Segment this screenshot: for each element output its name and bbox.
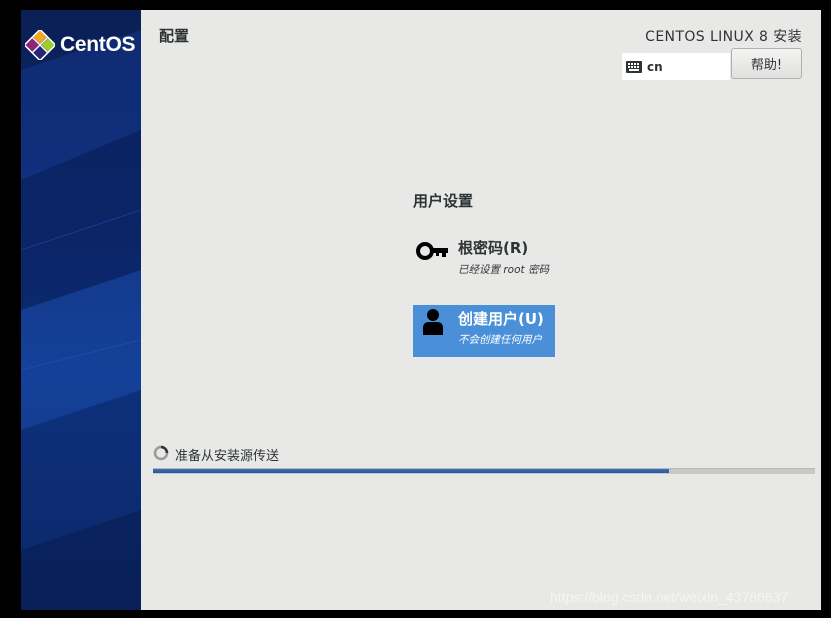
root-password-spoke[interactable]: 根密码(R) 已经设置 root 密码	[413, 235, 563, 283]
installer-window: CentOS 配置 CENTOS LINUX 8 安装 cn 帮助! 用户设置	[21, 10, 821, 610]
centos-logo-text: CentOS	[60, 33, 136, 56]
keyboard-layout-label: cn	[647, 59, 663, 74]
progress-bar-fill	[153, 469, 670, 473]
user-settings-heading: 用户设置	[413, 192, 474, 210]
spoke-name: 创建用户(U)	[458, 310, 544, 328]
spoke-status: 已经设置 root 密码	[458, 264, 549, 276]
main-panel: 配置 CENTOS LINUX 8 安装 cn 帮助! 用户设置 根密码(R) …	[141, 10, 821, 610]
help-button[interactable]: 帮助!	[731, 48, 802, 79]
progress-label: 准备从安装源传送	[175, 449, 280, 464]
watermark: https://blog.csdn.net/weixin_43786637	[550, 589, 789, 605]
key-icon	[416, 242, 448, 260]
centos-logo: CentOS	[25, 30, 136, 60]
product-title: CENTOS LINUX 8 安装	[645, 29, 802, 45]
spinner-icon	[153, 445, 169, 461]
keyboard-icon	[626, 60, 642, 73]
page-title: 配置	[159, 27, 190, 45]
progress-bar	[153, 468, 815, 474]
sidebar: CentOS	[21, 10, 141, 610]
user-icon	[423, 309, 443, 335]
create-user-spoke[interactable]: 创建用户(U) 不会创建任何用户	[413, 305, 555, 357]
keyboard-layout-indicator[interactable]: cn	[622, 53, 730, 80]
sidebar-pattern	[21, 30, 141, 610]
centos-logo-icon	[25, 30, 55, 60]
spoke-name: 根密码(R)	[458, 239, 529, 257]
spoke-status: 不会创建任何用户	[458, 334, 542, 346]
